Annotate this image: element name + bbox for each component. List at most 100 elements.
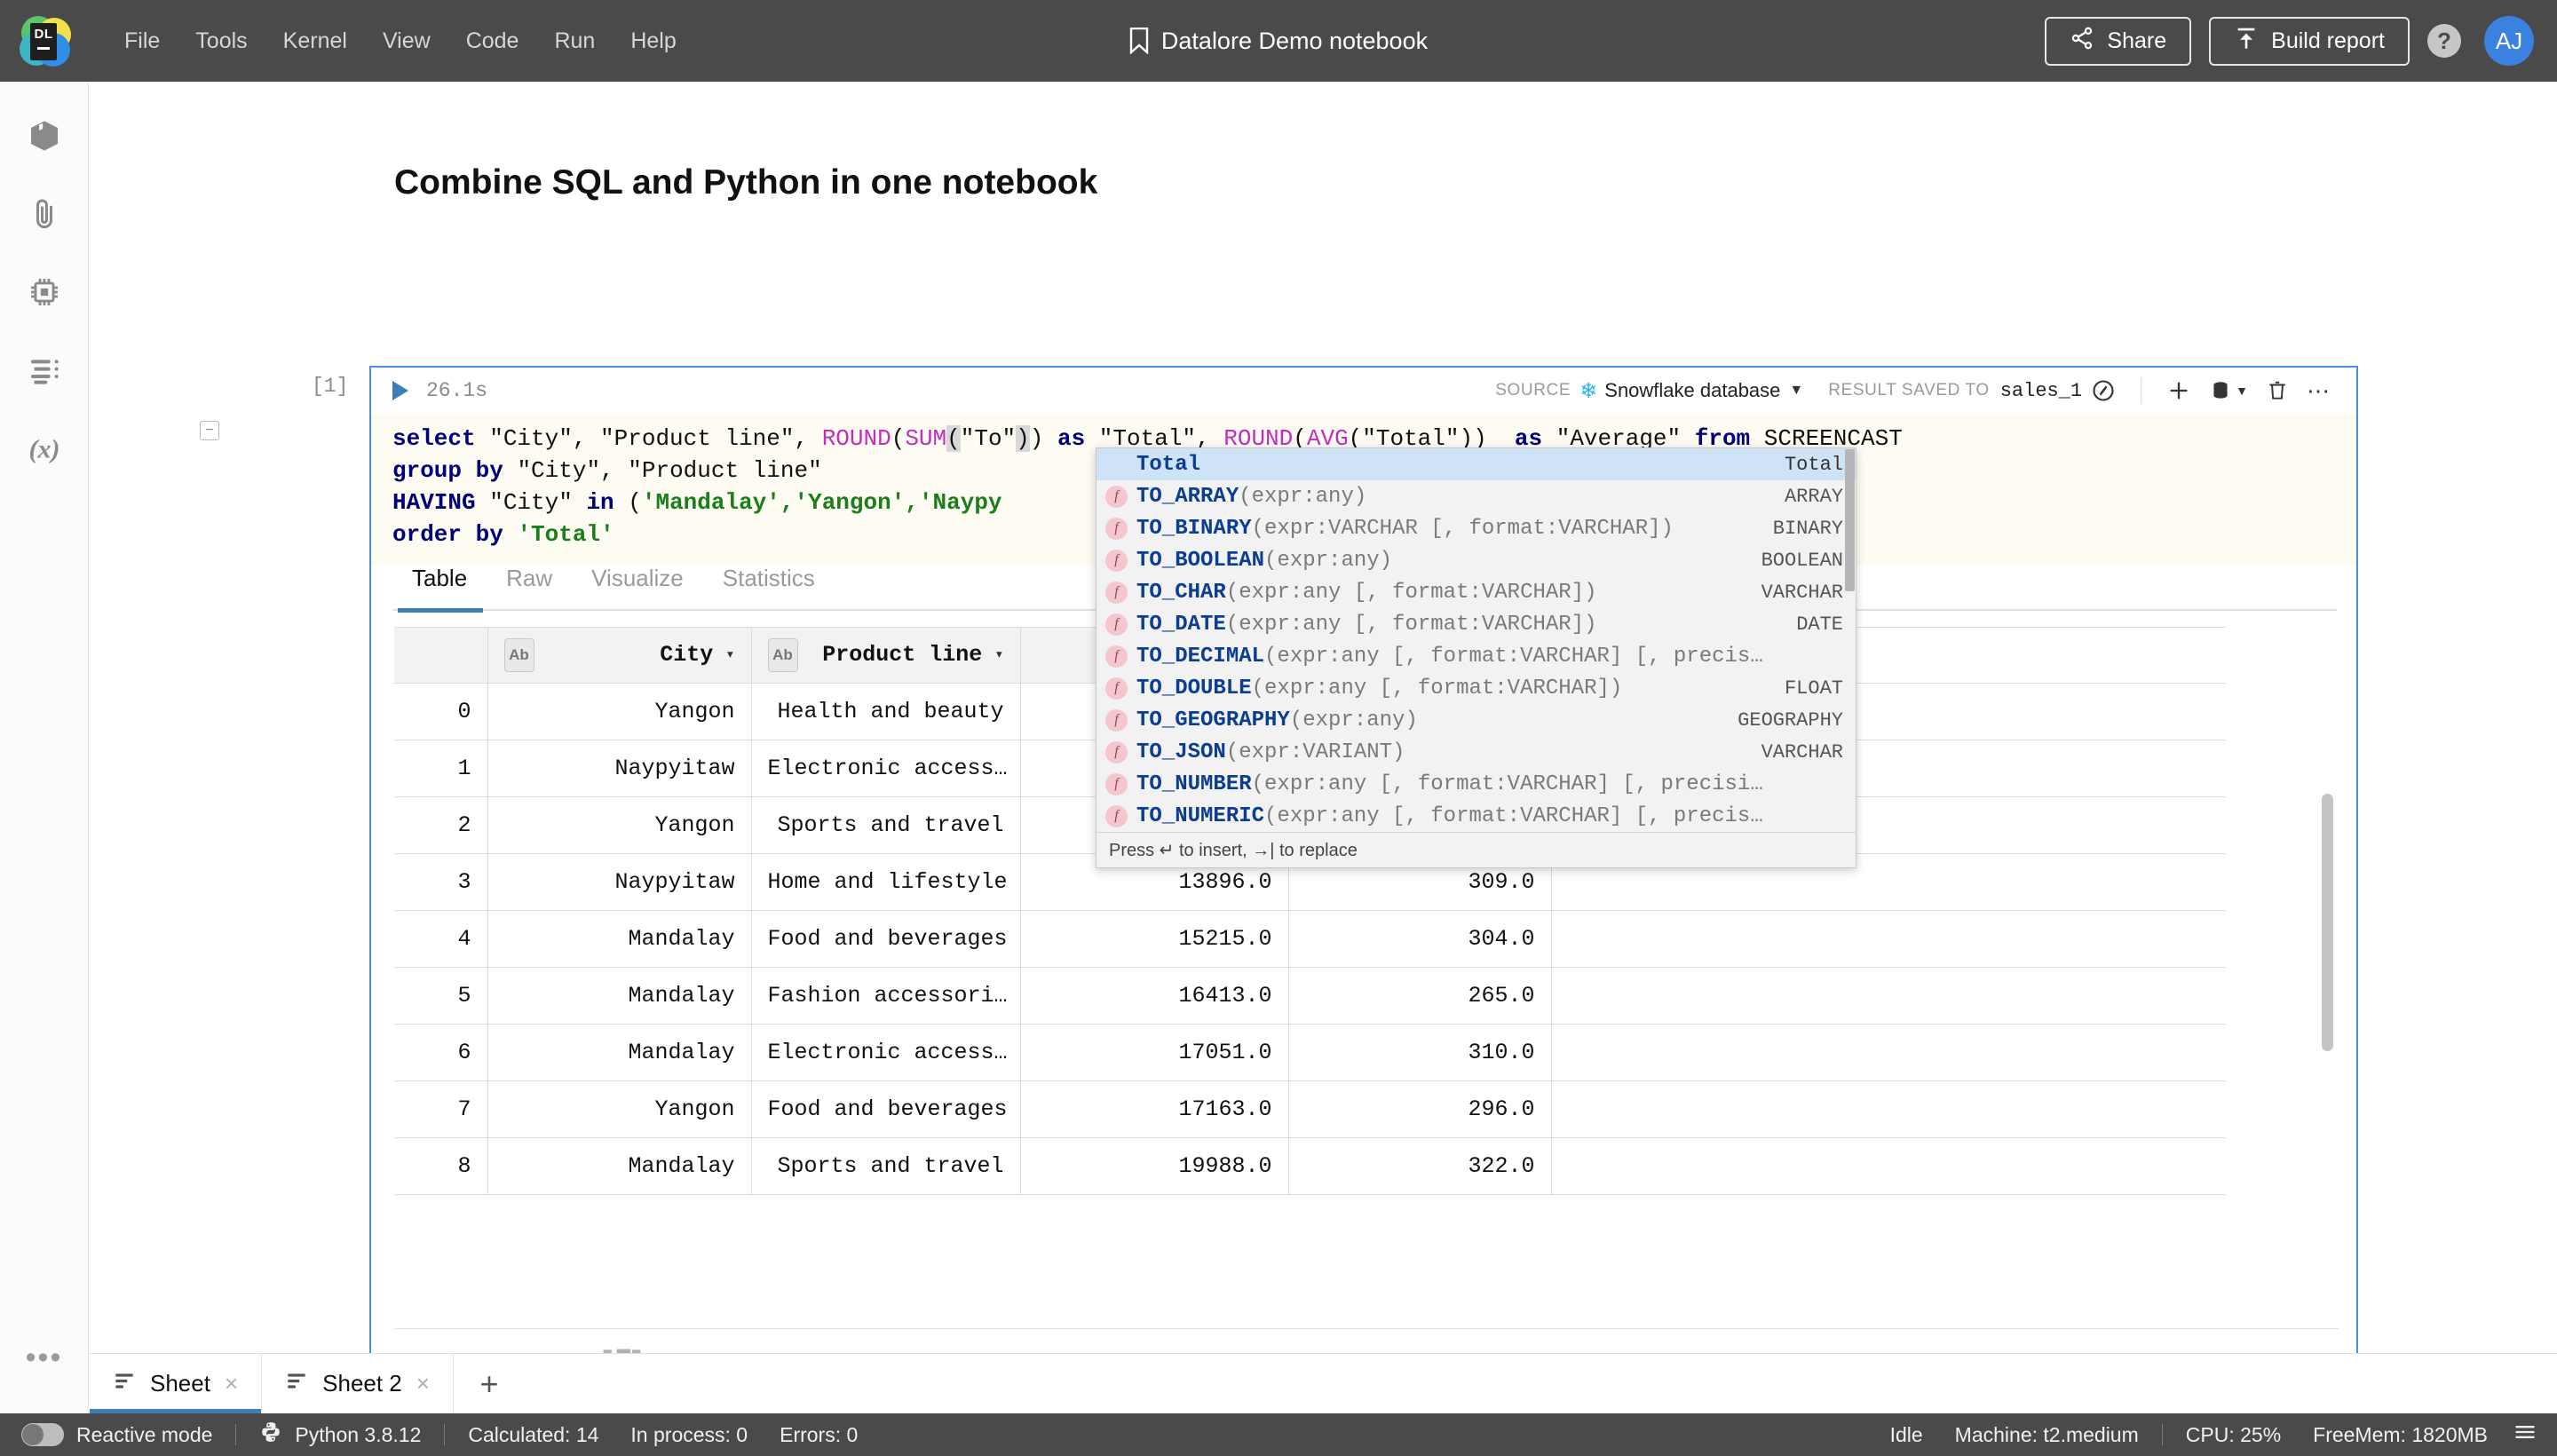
autocomplete-item[interactable]: f TO_DECIMAL (expr:any [, format:VARCHAR] … (1096, 640, 1856, 672)
autocomplete-scrollbar[interactable] (1845, 449, 1855, 591)
execution-time: 26.1s (426, 379, 488, 402)
function-badge-icon: f (1105, 740, 1128, 764)
autocomplete-item-type: VARCHAR (1761, 740, 1843, 764)
source-value[interactable]: Snowflake database (1604, 379, 1780, 402)
toggle-icon[interactable] (21, 1423, 64, 1446)
database-icon[interactable]: ▼ (2200, 379, 2257, 402)
menu-help[interactable]: Help (613, 21, 693, 61)
sheet-tab-bar: Sheet × Sheet 2 × + (90, 1353, 2557, 1413)
code-token: select (392, 425, 490, 452)
table-header-product-line[interactable]: Ab Product line ▾ (751, 628, 1021, 684)
autocomplete-item[interactable]: f TO_DOUBLE (expr:any [, format:VARCHAR]) F… (1096, 672, 1856, 704)
errors-count: Errors: 0 (780, 1422, 859, 1446)
menu-code[interactable]: Code (448, 21, 537, 61)
tab-statistics[interactable]: Statistics (703, 565, 835, 605)
kernel-status[interactable]: Python 3.8.12 (259, 1420, 421, 1449)
variables-icon[interactable]: (x) (15, 419, 74, 478)
reactive-mode-toggle[interactable]: Reactive mode (21, 1423, 212, 1447)
autocomplete-item-args: (expr:VARIANT) (1225, 740, 1405, 764)
datalore-logo[interactable]: DL (20, 16, 71, 67)
autocomplete-item-args: (expr:any [, format:VARCHAR]) (1225, 580, 1597, 605)
close-icon[interactable]: × (225, 1370, 238, 1397)
build-report-button[interactable]: Build report (2209, 16, 2410, 66)
autocomplete-item[interactable]: f TO_BINARY (expr:VARCHAR [, format:VARCHA… (1096, 512, 1856, 544)
cell-more-icon[interactable]: ⋯ (2298, 377, 2339, 405)
function-badge-icon: f (1105, 517, 1128, 540)
table-row[interactable]: 6 Mandalay Electronic access… 17051.0 310.0 (394, 1024, 2226, 1081)
table-cell-product-line: Food and beverages (751, 910, 1021, 968)
sheet-tab-sheet[interactable]: Sheet × (90, 1354, 263, 1413)
autocomplete-item[interactable]: f TO_BOOLEAN (expr:any) BOOLEAN (1096, 544, 1856, 576)
autocomplete-item[interactable]: f TO_GEOGRAPHY (expr:any) GEOGRAPHY (1096, 704, 1856, 736)
table-cell-average: 296.0 (1288, 1080, 1552, 1138)
help-icon[interactable]: ? (2427, 24, 2461, 58)
autocomplete-item-name: TO_CHAR (1136, 580, 1226, 605)
result-variable[interactable]: sales_1 (2000, 380, 2082, 402)
autocomplete-popup[interactable]: Total Total f TO_ARRAY (expr:any) ARRAY f TO_BI… (1096, 447, 1856, 868)
share-button[interactable]: Share (2045, 16, 2192, 66)
autocomplete-item-name: TO_DOUBLE (1136, 676, 1252, 700)
add-cell-icon[interactable] (2157, 378, 2200, 403)
idle-status: Idle (1889, 1422, 1923, 1446)
tab-raw[interactable]: Raw (487, 565, 572, 605)
table-vertical-scrollbar[interactable] (2322, 794, 2333, 1051)
autocomplete-list: Total Total f TO_ARRAY (expr:any) ARRAY f TO_BI… (1096, 448, 1856, 832)
table-row[interactable]: 5 Mandalay Fashion accessori… 16413.0 265.0 (394, 967, 2226, 1025)
autocomplete-item[interactable]: f TO_NUMERIC (expr:any [, format:VARCHAR] … (1096, 800, 1856, 832)
table-row[interactable]: 7 Yangon Food and beverages 17163.0 296.0 (394, 1080, 2226, 1138)
sheet-icon (285, 1369, 308, 1398)
table-row[interactable]: 4 Mandalay Food and beverages 15215.0 304.0 (394, 910, 2226, 968)
package-icon[interactable] (15, 107, 74, 165)
sheet-tab-sheet-2[interactable]: Sheet 2 × (262, 1354, 454, 1413)
autocomplete-item-args: (expr:any) (1264, 548, 1393, 573)
function-badge-icon: f (1105, 708, 1128, 732)
table-header-index (394, 628, 488, 684)
autocomplete-item-name: TO_ARRAY (1136, 484, 1239, 509)
chevron-down-icon[interactable]: ▾ (994, 645, 1003, 664)
add-sheet-button[interactable]: + (454, 1354, 525, 1413)
snowflake-icon: ❄ (1579, 378, 1598, 403)
autocomplete-item[interactable]: f TO_CHAR (expr:any [, format:VARCHAR]) VAR… (1096, 576, 1856, 608)
chevron-down-icon[interactable]: ▾ (725, 645, 734, 664)
calculated-count: Calculated: 14 (468, 1422, 599, 1446)
autocomplete-item[interactable]: f TO_JSON (expr:VARIANT) VARCHAR (1096, 736, 1856, 768)
document-title[interactable]: Datalore Demo notebook (1161, 28, 1428, 55)
cell-meta-bar: SOURCE ❄ Snowflake database ▼ RESULT SAV… (1495, 368, 2339, 414)
table-cell-index: 0 (394, 683, 488, 740)
chevron-down-icon[interactable]: ▼ (1789, 383, 1803, 399)
table-footer: 18 rows x 5 columns ▌▊▌ Jump to top Jump… (394, 1333, 2339, 1353)
autocomplete-item[interactable]: f TO_DATE (expr:any [, format:VARCHAR]) DAT… (1096, 608, 1856, 640)
locate-icon[interactable] (2082, 378, 2125, 403)
autocomplete-item[interactable]: Total Total (1096, 448, 1856, 480)
table-cell-product-line: Electronic access… (751, 740, 1021, 797)
cell-fold-top[interactable]: − (200, 421, 219, 440)
rail-more-icon[interactable]: ••• (26, 1342, 63, 1373)
table-cell-index: 1 (394, 740, 488, 797)
autocomplete-item[interactable]: f TO_NUMBER (expr:any [, format:VARCHAR] [… (1096, 768, 1856, 800)
table-cell-index: 5 (394, 967, 488, 1025)
close-icon[interactable]: × (416, 1370, 430, 1397)
avatar[interactable]: AJ (2484, 16, 2534, 66)
autocomplete-item[interactable]: f TO_ARRAY (expr:any) ARRAY (1096, 480, 1856, 512)
autocomplete-item-type: BINARY (1772, 517, 1843, 540)
table-row[interactable]: 8 Mandalay Sports and travel 19988.0 322.0 (394, 1137, 2226, 1195)
menu-tools[interactable]: Tools (178, 21, 265, 61)
autocomplete-item-name: TO_BOOLEAN (1136, 548, 1265, 573)
menu-file[interactable]: File (107, 21, 178, 61)
attachment-icon[interactable] (15, 185, 74, 243)
machine-label[interactable]: Machine: t2.medium (1955, 1423, 2139, 1447)
cpu-icon[interactable] (15, 263, 74, 321)
delete-cell-icon[interactable] (2257, 378, 2298, 403)
tab-visualize[interactable]: Visualize (572, 565, 703, 605)
status-menu-icon[interactable] (2513, 1420, 2537, 1450)
menu-run[interactable]: Run (536, 21, 613, 61)
menu-kernel[interactable]: Kernel (265, 21, 365, 61)
cell-fold-mid[interactable] (200, 470, 219, 489)
table-header-city[interactable]: Ab City ▾ (487, 628, 752, 684)
outline-icon[interactable] (15, 341, 74, 400)
tab-table[interactable]: Table (392, 565, 487, 605)
autocomplete-item-name: TO_DECIMAL (1136, 644, 1265, 669)
python-version-label: Python 3.8.12 (295, 1422, 422, 1446)
run-cell-icon[interactable] (392, 381, 408, 400)
menu-view[interactable]: View (365, 21, 448, 61)
